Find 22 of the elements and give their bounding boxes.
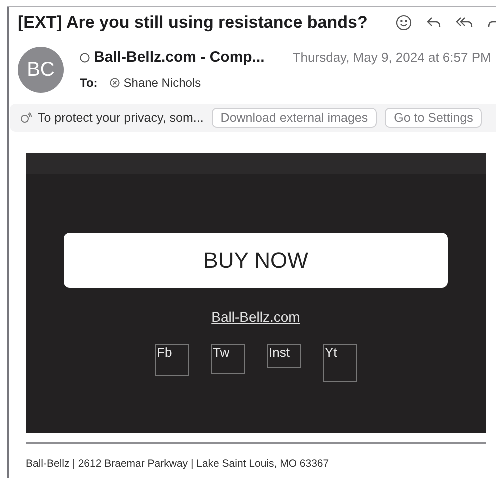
unread-circle-icon — [80, 53, 90, 63]
remove-recipient-icon[interactable] — [110, 78, 120, 88]
buy-now-button[interactable]: BUY NOW — [64, 233, 448, 288]
privacy-text: To protect your privacy, som... — [38, 110, 204, 127]
sender-avatar: BC — [18, 47, 64, 93]
social-image-link[interactable]: Fb — [155, 344, 189, 376]
emoji-icon[interactable] — [396, 15, 412, 31]
privacy-icon — [20, 112, 32, 124]
reply-all-icon[interactable] — [456, 16, 474, 30]
social-image-link[interactable]: Tw — [211, 344, 245, 374]
social-image-link[interactable]: Inst — [267, 344, 301, 368]
banner-button[interactable]: Go to Settings — [385, 108, 482, 128]
reply-icon[interactable] — [426, 16, 442, 30]
website-link[interactable]: Ball-Bellz.com — [212, 307, 300, 328]
email-date: Thursday, May 9, 2024 at 6:57 PM — [292, 49, 492, 68]
to-label: To: — [80, 75, 98, 92]
banner-button[interactable]: Download external images — [212, 108, 378, 128]
footer-address: Ball-Bellz | 2612 Braemar Parkway | Lake Saint Louis, MO 63367 — [26, 457, 330, 472]
recipient-name[interactable]: Shane Nichols — [124, 74, 202, 92]
email-subject: [EXT] Are you still using resistance bands? — [18, 12, 368, 34]
social-image-link[interactable]: Yt — [323, 344, 357, 382]
sender-name: Ball-Bellz.com - Comp... — [94, 48, 265, 68]
